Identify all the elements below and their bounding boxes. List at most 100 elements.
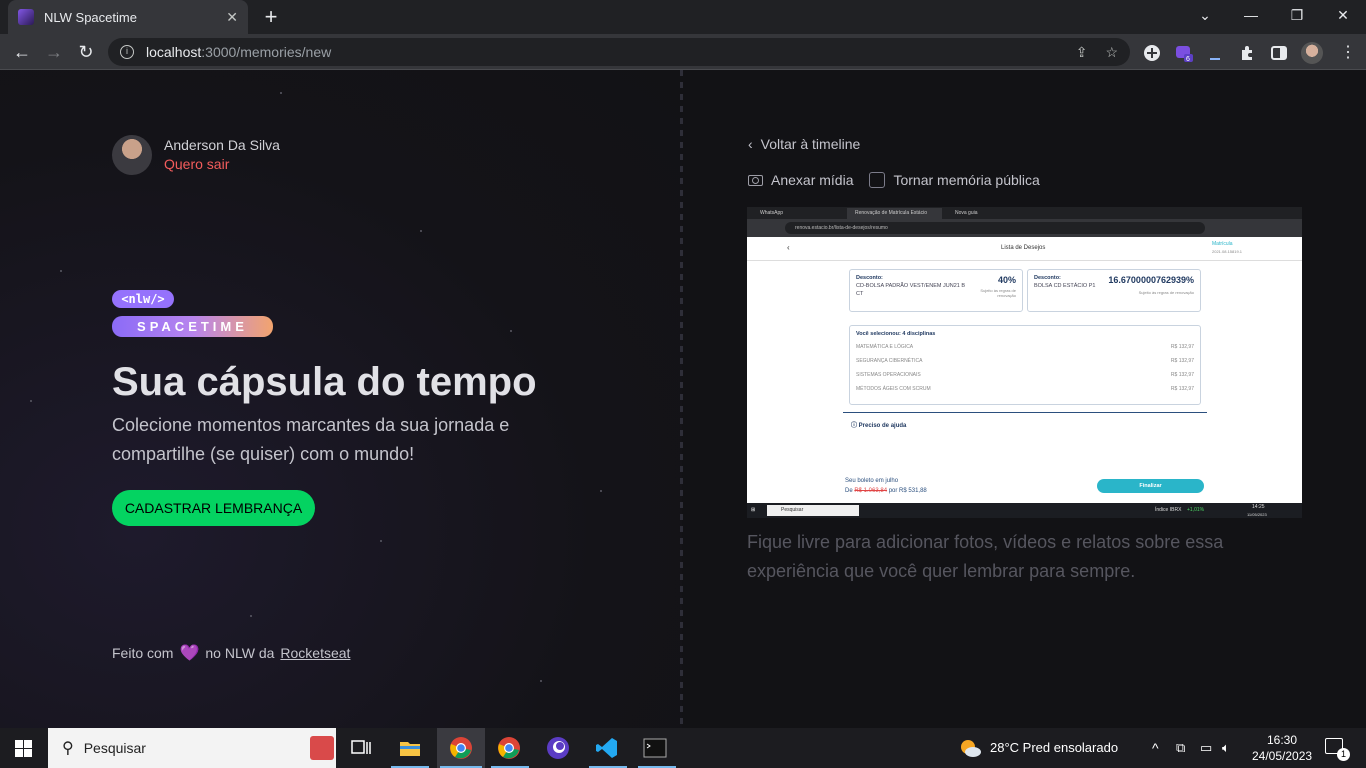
register-memory-button[interactable]: CADASTRAR LEMBRANÇA: [112, 490, 315, 526]
chrome-icon[interactable]: [449, 736, 473, 760]
preview-start-icon: ⊞: [751, 507, 756, 513]
browser-tab[interactable]: NLW Spacetime ✕: [8, 0, 248, 34]
preview-boleto-title: Seu boleto em julho: [845, 478, 899, 484]
form-options: Anexar mídia Tornar memória pública: [748, 172, 1040, 188]
new-tab-button[interactable]: +: [260, 4, 282, 30]
preview-discount-value: 16.6700000762939%: [1108, 275, 1194, 285]
clock[interactable]: 16:30 24/05/2023: [1252, 732, 1312, 764]
extensions-puzzle-icon[interactable]: [1238, 44, 1256, 62]
minimize-button[interactable]: —: [1228, 0, 1274, 30]
media-preview: WhatsApp Renovação de Matrícula Estácio …: [747, 207, 1302, 518]
preview-discount-note: Sujeito às regras de renovação: [1138, 290, 1194, 295]
footer-prefix: Feito com: [112, 645, 174, 661]
side-panel-icon[interactable]: [1270, 44, 1288, 62]
spacetime-logo-badge: SPACETIME: [112, 316, 273, 337]
vscode-icon[interactable]: [595, 736, 619, 760]
preview-discount-card: Desconto: CD-BOLSA PADRÃO VEST/ENEM JUN2…: [849, 269, 1023, 312]
taskbar-search-label: Pesquisar: [83, 740, 146, 756]
memory-description-textarea[interactable]: Fique livre para adicionar fotos, vídeos…: [747, 528, 1267, 586]
preview-boleto-old: R$ 1.063,84: [854, 488, 888, 494]
tab-search-icon[interactable]: ⌄: [1182, 0, 1228, 30]
site-info-icon[interactable]: i: [120, 45, 134, 59]
back-arrow-icon[interactable]: ←: [10, 41, 34, 63]
star-decoration: [510, 330, 512, 332]
extension-puzzle-badge-icon[interactable]: 6: [1175, 44, 1193, 62]
url-path: :3000/memories/new: [201, 44, 332, 60]
preview-matricula-number: 2021.08.15819.1: [1212, 249, 1243, 254]
notification-count: 1: [1337, 748, 1350, 761]
attach-media-button[interactable]: Anexar mídia: [771, 172, 853, 188]
reload-icon[interactable]: ↻: [74, 41, 98, 63]
preview-discount-desc: BOLSA CD ESTÁCIO P1: [1034, 283, 1096, 289]
browser-purple-icon[interactable]: [546, 736, 570, 760]
public-memory-checkbox[interactable]: [869, 172, 886, 188]
preview-disciplines-card: Você selecionou: 4 disciplinas MATEMÁTIC…: [849, 325, 1201, 405]
chevron-left-icon: ‹: [748, 136, 753, 152]
logout-link[interactable]: Quero sair: [164, 155, 280, 174]
bookmark-star-icon[interactable]: ☆: [1105, 44, 1118, 61]
preview-boleto: Seu boleto em julho De R$ 1.063,84 por R…: [845, 476, 927, 496]
back-label: Voltar à timeline: [760, 136, 861, 152]
favicon-icon: [18, 9, 34, 25]
hero-panel: Anderson Da Silva Quero sair <nlw/> SPAC…: [0, 70, 682, 728]
menu-kebab-icon[interactable]: ⋮: [1340, 42, 1356, 62]
svg-text:6: 6: [1186, 56, 1190, 62]
footer-middle: no NLW da: [205, 645, 275, 661]
tab-close-icon[interactable]: ✕: [226, 9, 238, 26]
preview-discount-desc: CD-BOLSA PADRÃO VEST/ENEM JUN21 B CT: [856, 283, 966, 297]
preview-back-icon: ‹: [787, 243, 790, 252]
preview-tab: Renovação de Matrícula Estácio: [847, 208, 942, 219]
file-explorer-icon[interactable]: [398, 736, 422, 760]
restore-button[interactable]: ❐: [1274, 0, 1320, 30]
heart-icon: 💜: [179, 645, 200, 662]
public-memory-label[interactable]: Tornar memória pública: [893, 172, 1039, 188]
tray-chevron-icon[interactable]: ^: [1152, 728, 1159, 768]
preview-discipline-row: MÉTODOS ÁGEIS COM SCRUM R$ 132,97: [856, 386, 1194, 392]
preview-finish-button: Finalizar: [1097, 479, 1204, 493]
browser-toolbar: ← → ↻ i localhost :3000/memories/new ⇪ ☆…: [0, 34, 1366, 70]
preview-discount-value: 40%: [997, 275, 1016, 285]
camera-icon: [748, 174, 763, 186]
preview-tab: Nova guia: [955, 210, 978, 216]
preview-tab: WhatsApp: [760, 210, 784, 216]
meet-icon[interactable]: ⧉: [1176, 728, 1185, 768]
url-host: localhost: [146, 44, 202, 60]
star-decoration: [540, 680, 542, 682]
user-profile: Anderson Da Silva Quero sair: [112, 135, 280, 175]
preview-page-title: Lista de Desejos: [1001, 245, 1046, 251]
preview-date: 11/05/2023: [1247, 512, 1267, 517]
back-to-timeline-link[interactable]: ‹ Voltar à timeline: [748, 136, 860, 152]
task-view-icon[interactable]: [349, 736, 373, 760]
windows-start-icon[interactable]: [15, 740, 32, 757]
profile-avatar-icon[interactable]: [1301, 42, 1323, 64]
taskbar-search-box[interactable]: ⚲ Pesquisar: [48, 728, 336, 768]
address-bar[interactable]: i localhost :3000/memories/new ⇪ ☆: [108, 38, 1130, 66]
preview-discipline-row: SISTEMAS OPERACIONAIS R$ 132,97: [856, 372, 1194, 378]
app-page: Anderson Da Silva Quero sair <nlw/> SPAC…: [0, 70, 1366, 728]
volume-icon[interactable]: 🔈︎: [1222, 728, 1230, 768]
preview-tabbar: WhatsApp Renovação de Matrícula Estácio …: [747, 207, 1302, 219]
preview-discipline-row: MATEMÁTICA E LÓGICA R$ 132,97: [856, 344, 1194, 350]
star-decoration: [600, 490, 602, 492]
preview-boleto-new: por R$ 531,88: [888, 488, 927, 494]
page-title: Sua cápsula do tempo: [112, 360, 537, 404]
share-icon[interactable]: ⇪: [1076, 44, 1088, 61]
forward-arrow-icon[interactable]: →: [42, 41, 66, 63]
close-window-button[interactable]: ✕: [1320, 0, 1366, 30]
clock-time: 16:30: [1266, 733, 1298, 747]
terminal-icon[interactable]: [643, 736, 667, 760]
preview-search: Pesquisar: [767, 505, 859, 516]
panel-divider: [680, 70, 683, 728]
weather-text[interactable]: 28°C Pred ensolarado: [990, 728, 1118, 768]
footer: Feito com 💜 no NLW da Rocketseat: [112, 643, 350, 663]
network-icon[interactable]: ▭: [1200, 728, 1212, 768]
preview-discipline-row: SEGURANÇA CIBERNÉTICA R$ 132,97: [856, 358, 1194, 364]
extension-plus-icon[interactable]: [1143, 44, 1161, 62]
chrome-profile-icon[interactable]: [497, 736, 521, 760]
extension-bar-icon[interactable]: [1210, 58, 1220, 60]
preview-boleto-from: De: [845, 488, 853, 494]
rocketseat-link[interactable]: Rocketseat: [280, 645, 350, 661]
weather-sun-icon[interactable]: [958, 737, 982, 759]
preview-taskbar: ⊞ Pesquisar Índice IBRX +1,01% 14:25 11/…: [747, 503, 1302, 518]
star-decoration: [250, 615, 252, 617]
